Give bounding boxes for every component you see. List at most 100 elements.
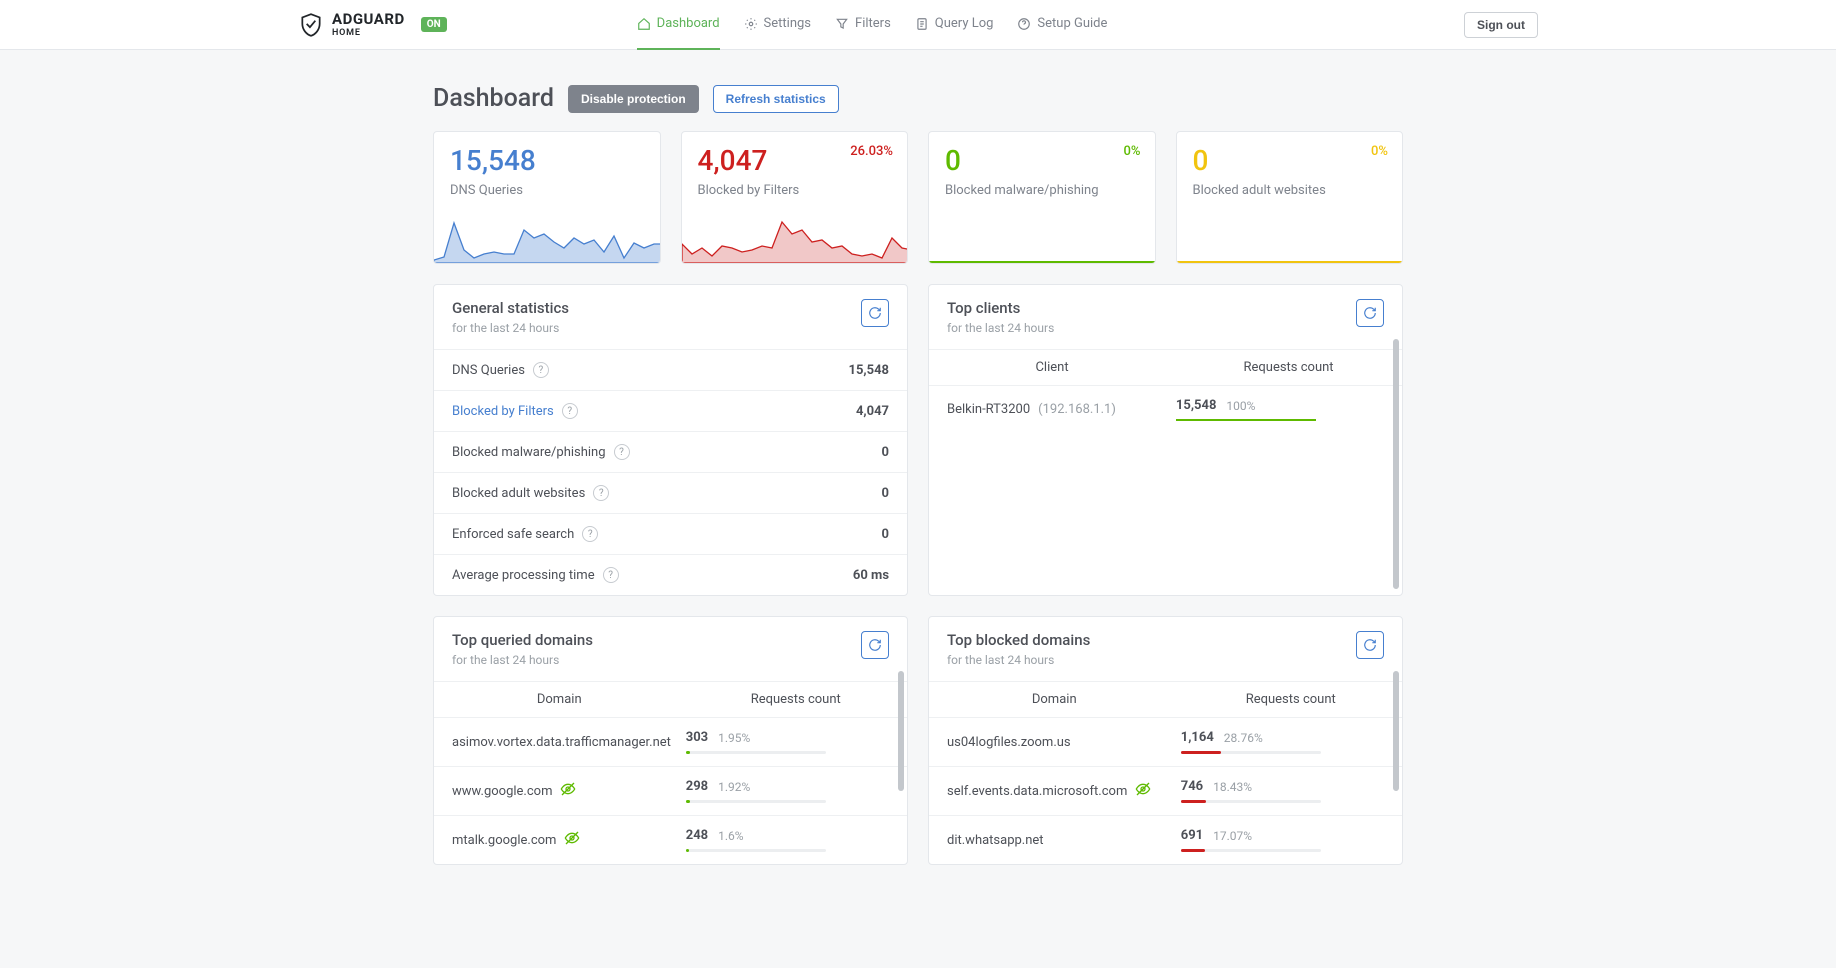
panel-sub: for the last 24 hours bbox=[452, 653, 593, 667]
panel-sub: for the last 24 hours bbox=[452, 321, 569, 335]
stat-value: 15,548 bbox=[450, 146, 644, 177]
page-title: Dashboard bbox=[433, 84, 554, 113]
brand-sub: HOME bbox=[332, 29, 405, 38]
request-pct: 1.95% bbox=[718, 731, 750, 745]
table-header: Domain Requests count bbox=[929, 681, 1402, 717]
refresh-button[interactable] bbox=[1356, 299, 1384, 327]
table-row[interactable]: self.events.data.microsoft.com 746 18.43% bbox=[929, 766, 1402, 815]
panel-general-stats: General statistics for the last 24 hours… bbox=[433, 284, 908, 596]
scrollbar[interactable] bbox=[1393, 339, 1399, 589]
stat-value: 0 bbox=[945, 146, 1139, 177]
refresh-statistics-button[interactable]: Refresh statistics bbox=[713, 85, 839, 113]
table-row[interactable]: www.google.com 298 1.92% bbox=[434, 766, 907, 815]
stat-label: Blocked adult websites bbox=[1193, 183, 1387, 198]
stat-percent: 0% bbox=[1124, 144, 1141, 159]
request-count: 298 bbox=[686, 779, 708, 794]
request-pct: 17.07% bbox=[1213, 829, 1252, 843]
table-row: DNS Queries? 15,548 bbox=[434, 349, 907, 390]
nav-querylog[interactable]: Query Log bbox=[915, 0, 994, 50]
panel-top-blocked: Top blocked domains for the last 24 hour… bbox=[928, 616, 1403, 865]
request-count: 691 bbox=[1181, 828, 1203, 843]
tracker-icon bbox=[564, 830, 580, 846]
refresh-icon bbox=[1363, 306, 1377, 320]
stat-blocked-filters[interactable]: 26.03% 4,047 Blocked by Filters bbox=[681, 131, 909, 264]
brand-name: ADGUARD bbox=[332, 12, 405, 27]
topbar: ADGUARD HOME ON Dashboard Settings Filte… bbox=[0, 0, 1836, 50]
table-row[interactable]: asimov.vortex.data.trafficmanager.net 303… bbox=[434, 717, 907, 766]
request-pct: 18.43% bbox=[1213, 780, 1252, 794]
status-badge: ON bbox=[421, 17, 447, 32]
nav-setupguide[interactable]: Setup Guide bbox=[1017, 0, 1107, 50]
table-row[interactable]: Belkin-RT3200 (192.168.1.1) 15,548 100% bbox=[929, 385, 1402, 433]
domain-name: mtalk.google.com bbox=[452, 833, 556, 848]
request-count: 303 bbox=[686, 730, 708, 745]
sparkline-dns bbox=[434, 208, 661, 263]
refresh-icon bbox=[868, 638, 882, 652]
nav-settings[interactable]: Settings bbox=[744, 0, 811, 50]
progress-bar bbox=[686, 849, 826, 852]
shield-icon bbox=[298, 12, 324, 38]
table-row[interactable]: dit.whatsapp.net 691 17.07% bbox=[929, 815, 1402, 864]
request-pct: 1.92% bbox=[718, 780, 750, 794]
progress-bar bbox=[1181, 751, 1321, 754]
table-row[interactable]: us04logfiles.zoom.us1,16428.76% bbox=[929, 717, 1402, 766]
help-icon[interactable]: ? bbox=[593, 485, 609, 501]
domain-name: us04logfiles.zoom.us bbox=[947, 735, 1071, 750]
help-icon[interactable]: ? bbox=[614, 444, 630, 460]
table-header: Domain Requests count bbox=[434, 681, 907, 717]
logo[interactable]: ADGUARD HOME ON bbox=[298, 12, 447, 38]
table-row: Blocked by Filters? 4,047 bbox=[434, 390, 907, 431]
help-icon[interactable]: ? bbox=[603, 567, 619, 583]
progress-bar bbox=[1176, 419, 1316, 421]
scrollbar[interactable] bbox=[1393, 671, 1399, 791]
request-count: 746 bbox=[1181, 779, 1203, 794]
stat-label: DNS Queries bbox=[450, 183, 644, 198]
panel-sub: for the last 24 hours bbox=[947, 653, 1090, 667]
page-header: Dashboard Disable protection Refresh sta… bbox=[433, 84, 1403, 113]
table-header: Client Requests count bbox=[929, 349, 1402, 385]
stat-label: Blocked by Filters bbox=[698, 183, 892, 198]
sparkline-blocked bbox=[682, 208, 909, 263]
domain-name: asimov.vortex.data.trafficmanager.net bbox=[452, 735, 671, 750]
disable-protection-button[interactable]: Disable protection bbox=[568, 85, 699, 113]
refresh-button[interactable] bbox=[1356, 631, 1384, 659]
tracker-icon bbox=[560, 781, 576, 797]
panel-top-clients: Top clients for the last 24 hours Client… bbox=[928, 284, 1403, 596]
nav-dashboard[interactable]: Dashboard bbox=[637, 0, 720, 50]
request-pct: 28.76% bbox=[1224, 731, 1263, 745]
panel-top-queried: Top queried domains for the last 24 hour… bbox=[433, 616, 908, 865]
refresh-button[interactable] bbox=[861, 631, 889, 659]
panel-title: Top queried domains bbox=[452, 631, 593, 649]
scrollbar[interactable] bbox=[898, 671, 904, 791]
stat-dns-queries[interactable]: 15,548 DNS Queries bbox=[433, 131, 661, 264]
table-row[interactable]: mtalk.google.com2481.6% bbox=[434, 815, 907, 864]
panel-title: Top blocked domains bbox=[947, 631, 1090, 649]
domain-name: dit.whatsapp.net bbox=[947, 833, 1044, 848]
progress-bar bbox=[686, 800, 826, 803]
panel-sub: for the last 24 hours bbox=[947, 321, 1054, 335]
signout-button[interactable]: Sign out bbox=[1464, 12, 1538, 38]
domain-name: www.google.com bbox=[452, 784, 552, 799]
panel-title: Top clients bbox=[947, 299, 1054, 317]
request-pct: 1.6% bbox=[718, 829, 743, 843]
nav-filters[interactable]: Filters bbox=[835, 0, 891, 50]
refresh-icon bbox=[1363, 638, 1377, 652]
progress-bar bbox=[686, 751, 826, 754]
stat-value: 0 bbox=[1193, 146, 1387, 177]
progress-bar bbox=[1181, 800, 1321, 803]
stat-blocked-malware[interactable]: 0% 0 Blocked malware/phishing bbox=[928, 131, 1156, 264]
stat-blocked-adult[interactable]: 0% 0 Blocked adult websites bbox=[1176, 131, 1404, 264]
domain-name: self.events.data.microsoft.com bbox=[947, 784, 1127, 799]
help-icon[interactable]: ? bbox=[533, 362, 549, 378]
refresh-button[interactable] bbox=[861, 299, 889, 327]
client-name: Belkin-RT3200 bbox=[947, 402, 1030, 417]
panel-title: General statistics bbox=[452, 299, 569, 317]
baseline bbox=[929, 261, 1155, 263]
help-icon[interactable]: ? bbox=[562, 403, 578, 419]
help-icon[interactable]: ? bbox=[582, 526, 598, 542]
table-row: Blocked adult websites? 0 bbox=[434, 472, 907, 513]
nav: Dashboard Settings Filters Query Log Set… bbox=[637, 0, 1108, 50]
stat-percent: 26.03% bbox=[850, 144, 893, 159]
stat-percent: 0% bbox=[1371, 144, 1388, 159]
client-ip: (192.168.1.1) bbox=[1038, 402, 1116, 417]
